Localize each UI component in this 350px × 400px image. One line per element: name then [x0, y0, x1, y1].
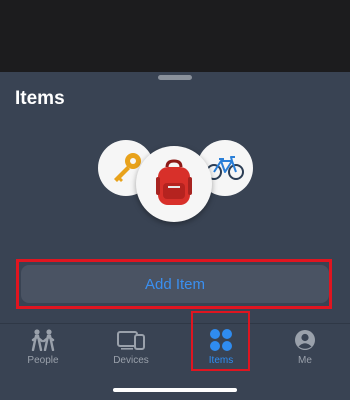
tab-people-label: People — [27, 355, 59, 366]
page-title: Items — [15, 88, 65, 109]
people-icon — [30, 328, 56, 352]
tab-people[interactable]: People — [8, 328, 78, 368]
tab-me-label: Me — [298, 355, 312, 366]
devices-icon — [117, 328, 145, 352]
add-item-button[interactable]: Add Item — [21, 265, 329, 303]
tab-devices[interactable]: Devices — [96, 328, 166, 368]
home-indicator[interactable] — [113, 388, 237, 392]
status-bar-area — [0, 0, 350, 72]
items-tab-highlight-box — [191, 311, 250, 371]
tab-devices-label: Devices — [113, 355, 149, 366]
items-sheet: Items Add Item People Devices Items Me — [0, 72, 350, 400]
sheet-grabber[interactable] — [158, 75, 192, 80]
person-circle-icon — [294, 328, 316, 352]
backpack-icon — [156, 159, 192, 205]
backpack-pin — [136, 146, 212, 222]
tab-bar-divider — [0, 323, 350, 324]
tab-me[interactable]: Me — [270, 328, 340, 368]
